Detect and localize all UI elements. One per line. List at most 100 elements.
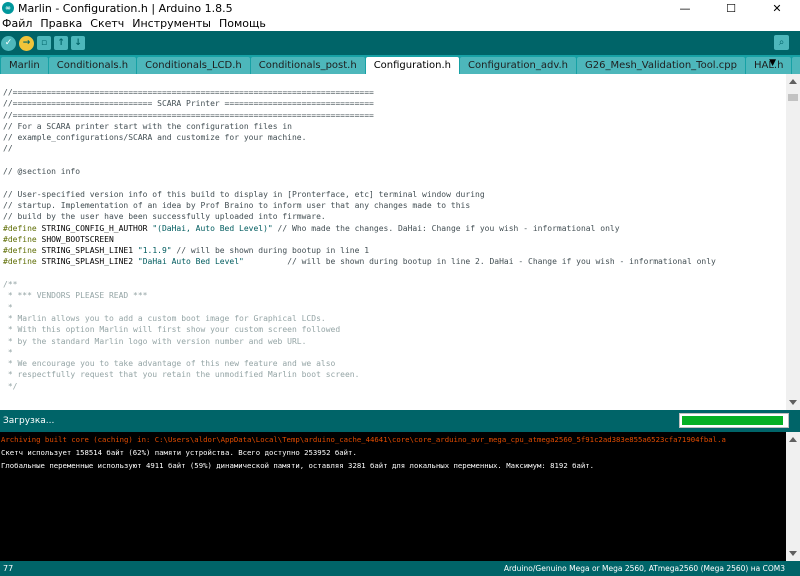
code-token: * respectfully request that you retain t… [3,370,360,380]
status-bar: Загрузка... [0,410,800,432]
code-text-area[interactable]: //======================================… [3,87,785,407]
tab-i2cpositionencoder-cpp[interactable]: I2CPositionEncoder.cpp [792,57,800,74]
progress-fill [682,416,783,425]
code-token: "DaHai Auto Bed Level" [137,257,244,267]
code-token: #define [3,234,37,244]
code-token: // @section info [3,167,81,177]
code-token: // will be shown during bootup in line 2… [243,257,716,267]
code-token: // build by the user have been successfu… [3,212,326,222]
code-line: * [3,302,785,313]
title-bar: ∞ Marlin - Configuration.h | Arduino 1.8… [0,0,800,16]
code-token: * [3,302,13,312]
tab-configuration-h[interactable]: Configuration.h [365,57,460,74]
tab-conditionals-lcd-h[interactable]: Conditionals_LCD.h [137,57,250,74]
tab-menu-arrow-icon[interactable]: ▼ [769,58,776,68]
scroll-up-icon[interactable] [789,437,797,442]
scroll-down-icon[interactable] [789,551,797,556]
code-token: STRING_CONFIG_H_AUTHOR [36,223,153,233]
editor-scrollbar[interactable] [786,74,800,410]
code-line: /** [3,279,785,290]
code-token: // [3,144,13,154]
new-sketch-button[interactable]: ▫ [37,36,51,50]
code-line: * *** VENDORS PLEASE READ *** [3,290,785,301]
file-tabs: Marlin Conditionals.h Conditionals_LCD.h Co… [0,55,800,74]
code-token: SHOW_BOOTSCREEN [36,234,114,244]
code-line: */ [3,381,785,392]
console-line: Archiving built core (caching) in: C:\Us… [1,435,726,444]
tab-configuration-adv-h[interactable]: Configuration_adv.h [460,57,576,74]
window-controls: — ☐ ✕ [662,0,800,16]
scroll-up-icon[interactable] [789,79,797,84]
save-sketch-button[interactable]: ↓ [71,36,85,50]
code-token: // will be shown during bootup in line 1 [171,246,370,256]
output-console[interactable]: Archiving built core (caching) in: C:\Us… [0,432,800,561]
code-line: * [3,347,785,358]
code-token: #define [3,257,37,267]
code-token: //======================================… [3,88,374,97]
menu-file[interactable]: Файл [2,17,32,30]
code-line: #define STRING_CONFIG_H_AUTHOR "(DaHai, … [3,223,785,234]
tab-conditionals-post-h[interactable]: Conditionals_post.h [250,57,365,74]
code-token: STRING_SPLASH_LINE2 [36,257,138,267]
close-button[interactable]: ✕ [754,0,800,16]
code-token: * by the standard Marlin logo with versi… [3,336,307,346]
console-text: Archiving built core (caching) in: C:\Us… [1,434,786,472]
current-line-number: 77 [3,564,14,573]
code-line: //======================================… [3,87,785,98]
console-scrollbar[interactable] [786,432,800,561]
open-sketch-button[interactable]: ↑ [54,36,68,50]
code-line: * With this option Marlin will first sho… [3,324,785,335]
code-token: * With this option Marlin will first sho… [3,325,341,335]
code-token: // User-specified version info of this b… [3,189,485,199]
code-line: // For a SCARA printer start with the co… [3,121,785,132]
code-line: * respectfully request that you retain t… [3,369,785,380]
scroll-down-icon[interactable] [789,400,797,405]
maximize-button[interactable]: ☐ [708,0,754,16]
code-line: #define STRING_SPLASH_LINE1 "1.1.9" // w… [3,245,785,256]
code-token: */ [3,381,18,391]
code-line: // @section info [3,166,785,177]
tab-conditionals-h[interactable]: Conditionals.h [48,57,137,74]
code-token: "(DaHai, Auto Bed Level)" [152,223,273,233]
code-token: // Who made the changes. DaHai: Change i… [272,223,620,233]
code-token: * Marlin allows you to add a custom boot… [3,313,326,323]
menu-sketch[interactable]: Скетч [90,17,124,30]
upload-button[interactable]: → [19,35,34,51]
serial-monitor-button[interactable]: ⌕ [774,35,789,50]
status-message: Загрузка... [3,416,55,426]
minimize-button[interactable]: — [662,0,708,16]
code-editor[interactable]: //======================================… [0,74,800,410]
upload-progress-bar [679,413,789,428]
code-line: //======================================… [3,110,785,121]
code-line: // startup. Implementation of an idea by… [3,200,785,211]
console-line: Скетч использует 158514 байт (62%) памят… [1,447,357,457]
code-token: #define [3,223,37,233]
code-token: // example_configurations/SCARA and cust… [3,133,307,143]
tab-g26-mesh-validation-tool-cpp[interactable]: G26_Mesh_Validation_Tool.cpp [576,57,745,74]
code-token: * *** VENDORS PLEASE READ *** [3,291,148,301]
verify-button[interactable]: ✓ [1,35,16,51]
code-token: #define [3,246,37,256]
code-line: //============================= SCARA Pr… [3,98,785,109]
arduino-logo-icon: ∞ [2,2,14,14]
window-title: Marlin - Configuration.h | Arduino 1.8.5 [18,1,233,15]
code-line: #define SHOW_BOOTSCREEN [3,234,785,245]
code-token: STRING_SPLASH_LINE1 [36,246,138,256]
code-token: // startup. Implementation of an idea by… [3,200,471,210]
code-line: // build by the user have been successfu… [3,211,785,222]
code-token: // For a SCARA printer start with the co… [3,121,292,131]
bottom-status-bar: 77 Arduino/Genuino Mega or Mega 2560, AT… [0,561,800,576]
code-token: "1.1.9" [137,246,172,256]
menu-tools[interactable]: Инструменты [132,17,211,30]
code-token: //============================= SCARA Pr… [3,99,374,109]
code-line: // [3,143,785,154]
menu-help[interactable]: Помощь [219,17,266,30]
code-line: // User-specified version info of this b… [3,189,785,200]
tab-marlin[interactable]: Marlin [1,57,48,74]
menu-edit[interactable]: Правка [40,17,82,30]
editor-scroll-thumb[interactable] [788,94,798,101]
code-line: * Marlin allows you to add a custom boot… [3,313,785,324]
board-port-info: Arduino/Genuino Mega or Mega 2560, ATmeg… [503,564,785,573]
